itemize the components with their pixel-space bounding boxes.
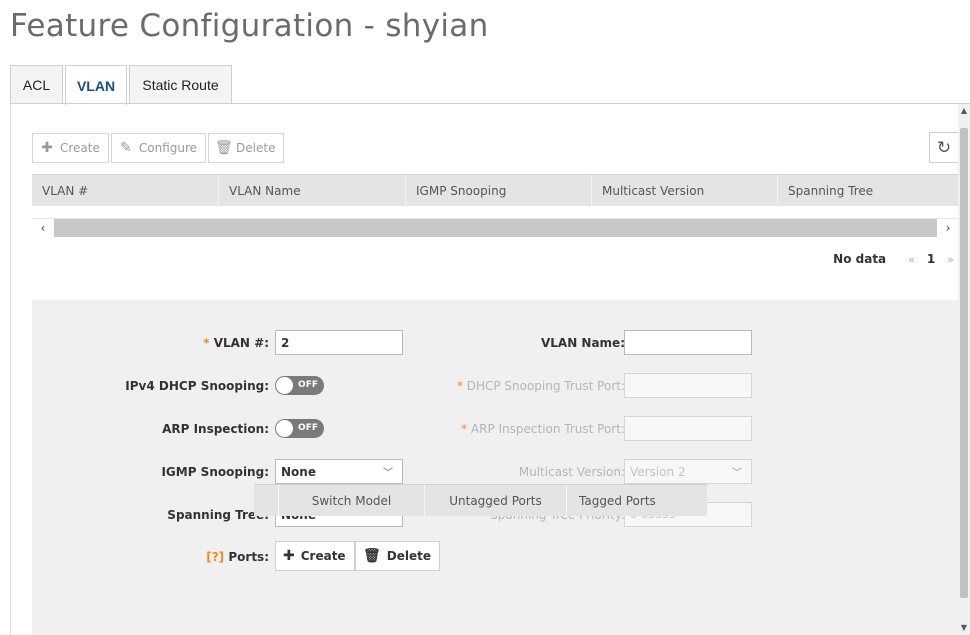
vlan-id-input[interactable]: 2 <box>275 330 403 355</box>
tab-static-route[interactable]: Static Route <box>129 65 232 104</box>
ports-grid-header: Switch Model Untagged Ports Tagged Ports <box>254 484 707 516</box>
next-page-link[interactable]: » <box>947 253 954 266</box>
dhcp-snooping-toggle[interactable]: OFF <box>275 376 324 395</box>
igmp-snooping-select[interactable]: None ﹀ <box>275 459 403 484</box>
ports-delete-label: Delete <box>386 549 432 563</box>
refresh-icon: ↻ <box>936 137 952 158</box>
horizontal-scroll-thumb[interactable] <box>54 219 937 237</box>
vlan-form-panel: * VLAN #: 2 VLAN Name: IPv4 DHCP Snoopin… <box>32 300 958 635</box>
vertical-scroll-thumb[interactable] <box>960 128 968 598</box>
pencil-icon: ✎ <box>120 140 132 156</box>
vlan-id-label: * VLAN #: <box>203 336 269 350</box>
dhcp-trust-port-input[interactable] <box>624 373 752 398</box>
arp-trust-port-label: * ARP Inspection Trust Port: <box>461 422 625 436</box>
vlan-grid-header: VLAN # VLAN Name IGMP Snooping Multicast… <box>32 174 958 206</box>
column-spanning-tree[interactable]: Spanning Tree <box>778 175 958 206</box>
arp-trust-port-input[interactable] <box>624 416 752 441</box>
tab-acl[interactable]: ACL <box>10 65 63 104</box>
vlan-tab-panel: ✚ Create ✎ Configure 🗑 Delete ↻ VLAN # V… <box>10 104 958 635</box>
ports-select-column[interactable] <box>254 485 278 516</box>
chevron-down-icon: ﹀ <box>732 468 742 479</box>
multicast-version-label: Multicast Version: <box>518 465 625 479</box>
multicast-version-value: Version 2 <box>630 464 686 479</box>
igmp-snooping-label: IGMP Snooping: <box>161 465 269 479</box>
delete-button[interactable]: 🗑 Delete <box>208 133 285 163</box>
refresh-button[interactable]: ↻ <box>929 132 958 163</box>
arp-inspection-label: ARP Inspection: <box>162 422 269 436</box>
tab-bar: ACL VLAN Static Route <box>10 65 234 105</box>
create-button[interactable]: ✚ Create <box>32 133 109 163</box>
plus-icon: ✚ <box>41 140 53 156</box>
toggle-state: OFF <box>298 380 318 390</box>
scroll-down-icon[interactable]: ▼ <box>958 621 970 635</box>
vlan-name-label: VLAN Name: <box>540 336 625 350</box>
configure-button[interactable]: ✎ Configure <box>110 133 207 163</box>
create-label: Create <box>60 141 100 155</box>
toggle-state: OFF <box>298 423 318 433</box>
column-vlan-name[interactable]: VLAN Name <box>219 175 406 206</box>
configure-label: Configure <box>138 141 198 155</box>
tab-vlan[interactable]: VLAN <box>65 65 127 105</box>
column-tagged-ports[interactable]: Tagged Ports <box>566 485 707 516</box>
ports-create-label: Create <box>300 549 346 563</box>
scroll-up-icon[interactable]: ▲ <box>958 104 970 118</box>
plus-icon: ✚ <box>283 548 295 564</box>
help-link[interactable]: [?] <box>206 550 224 564</box>
ports-label: [?] Ports: <box>206 550 269 564</box>
ports-delete-button[interactable]: 🗑 Delete <box>355 541 441 571</box>
no-data-label: No data <box>833 252 887 266</box>
grid-toolbar: ✚ Create ✎ Configure 🗑 Delete <box>32 133 286 163</box>
chevron-down-icon: ﹀ <box>383 468 393 479</box>
ports-create-button[interactable]: ✚ Create <box>275 541 355 571</box>
vlan-grid-body <box>32 206 958 219</box>
trash-icon: 🗑 <box>363 548 381 564</box>
delete-label: Delete <box>236 141 276 155</box>
chevron-right-icon[interactable]: › <box>937 219 958 237</box>
trash-icon: 🗑 <box>215 140 233 156</box>
column-untagged-ports[interactable]: Untagged Ports <box>424 485 566 516</box>
chevron-left-icon[interactable]: ‹ <box>32 219 54 237</box>
column-switch-model[interactable]: Switch Model <box>278 485 424 516</box>
toggle-knob <box>276 420 293 437</box>
prev-page-link[interactable]: « <box>908 253 915 266</box>
column-vlan-id[interactable]: VLAN # <box>32 175 219 206</box>
pagination: No data « 1 » <box>833 252 954 266</box>
dhcp-trust-port-label: * DHCP Snooping Trust Port: <box>456 379 625 393</box>
current-page[interactable]: 1 <box>927 252 935 266</box>
dhcp-snooping-label: IPv4 DHCP Snooping: <box>125 379 269 393</box>
arp-inspection-toggle[interactable]: OFF <box>275 419 324 438</box>
multicast-version-select[interactable]: Version 2 ﹀ <box>624 459 752 484</box>
toggle-knob <box>276 377 293 394</box>
vlan-name-input[interactable] <box>624 330 752 355</box>
column-multicast-version[interactable]: Multicast Version <box>592 175 778 206</box>
page-title: Feature Configuration - shyian <box>10 8 489 44</box>
igmp-snooping-value: None <box>281 464 316 479</box>
column-igmp-snooping[interactable]: IGMP Snooping <box>406 175 592 206</box>
horizontal-scrollbar[interactable]: ‹ › <box>32 219 958 237</box>
vertical-scrollbar[interactable]: ▲ ▼ <box>958 104 970 635</box>
